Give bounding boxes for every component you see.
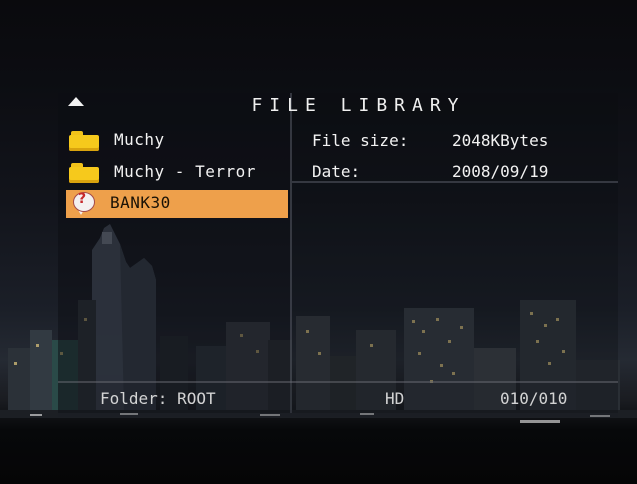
date-value: 2008/09/19 — [452, 162, 549, 181]
date-label: Date: — [312, 162, 361, 181]
current-folder-text: Folder: ROOT — [100, 389, 216, 408]
list-item-label: BANK30 — [110, 193, 171, 212]
list-item-file-bank30[interactable]: ? BANK30 — [66, 190, 288, 218]
storage-device-text: HD — [385, 389, 405, 408]
file-count-text: 010/010 — [500, 389, 568, 408]
file-size-value: 2048KBytes — [452, 131, 549, 150]
list-item-label: Muchy - Terror — [114, 162, 256, 181]
list-item-label: Muchy — [114, 130, 165, 149]
folder-icon — [69, 163, 99, 183]
screen: FILE LIBRARY Muchy Muchy - Terror ? BANK… — [0, 0, 637, 484]
unknown-file-icon: ? — [73, 191, 97, 216]
list-item-folder-muchy[interactable]: Muchy — [66, 127, 288, 155]
page-title: FILE LIBRARY — [251, 95, 466, 116]
file-size-label: File size: — [312, 131, 409, 150]
folder-icon — [69, 131, 99, 151]
list-item-folder-muchy-terror[interactable]: Muchy - Terror — [66, 159, 288, 187]
